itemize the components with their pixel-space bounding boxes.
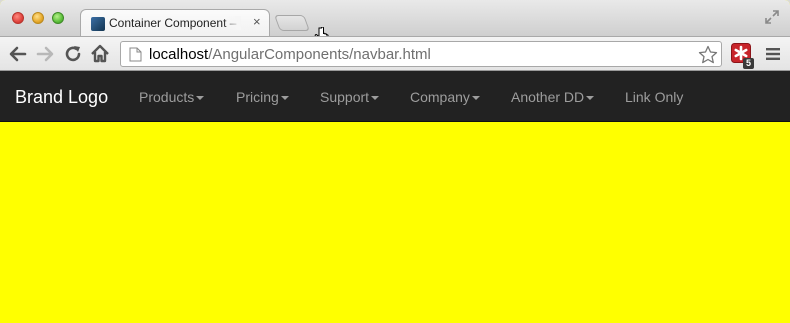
caret-down-icon: [471, 96, 480, 101]
nav-label: Link Only: [625, 89, 684, 105]
page-icon: [129, 47, 142, 62]
zoom-window-button[interactable]: [52, 12, 64, 24]
reload-icon[interactable]: [62, 43, 84, 65]
navbar: Brand Logo Products Pricing Support Comp…: [0, 71, 790, 122]
nav-another-dd[interactable]: Another DD: [511, 89, 595, 105]
nav-label: Pricing: [236, 89, 279, 105]
caret-down-icon: [586, 96, 595, 101]
nav-link-only[interactable]: Link Only: [625, 89, 683, 105]
tab-strip: Container Component – Na ×: [0, 0, 790, 44]
favicon-icon: [91, 17, 105, 31]
minimize-window-button[interactable]: [32, 12, 44, 24]
new-tab-button[interactable]: [274, 15, 310, 31]
browser-window: Container Component – Na × localhost/Ang…: [0, 0, 790, 323]
nav-label: Company: [410, 89, 470, 105]
url-text: localhost/AngularComponents/navbar.html: [149, 46, 431, 63]
page-content: [0, 122, 790, 323]
nav-label: Another DD: [511, 89, 585, 105]
tab-title: Container Component – Na: [109, 16, 241, 30]
star-icon[interactable]: [698, 45, 718, 65]
close-window-button[interactable]: [12, 12, 24, 24]
url-path: /AngularComponents/navbar.html: [208, 46, 431, 63]
forward-icon[interactable]: [34, 43, 56, 65]
url-host: localhost: [149, 46, 209, 63]
browser-toolbar: localhost/AngularComponents/navbar.html …: [0, 36, 790, 71]
extension-badge: 5: [743, 58, 754, 69]
nav-pricing[interactable]: Pricing: [236, 89, 289, 105]
fullscreen-icon[interactable]: [764, 9, 780, 25]
address-bar[interactable]: localhost/AngularComponents/navbar.html: [120, 41, 722, 67]
home-icon[interactable]: [89, 43, 111, 65]
nav-label: Products: [139, 89, 195, 105]
nav-support[interactable]: Support: [320, 89, 380, 105]
browser-tab[interactable]: Container Component – Na ×: [80, 9, 270, 36]
nav-label: Support: [320, 89, 370, 105]
caret-down-icon: [280, 96, 289, 101]
caret-down-icon: [371, 96, 380, 101]
back-icon[interactable]: [7, 43, 29, 65]
nav-products[interactable]: Products: [139, 89, 205, 105]
caret-down-icon: [196, 96, 205, 101]
nav-company[interactable]: Company: [410, 89, 480, 105]
brand-logo[interactable]: Brand Logo: [15, 87, 108, 108]
menu-icon[interactable]: [765, 47, 781, 61]
tab-close-icon[interactable]: ×: [253, 15, 261, 29]
